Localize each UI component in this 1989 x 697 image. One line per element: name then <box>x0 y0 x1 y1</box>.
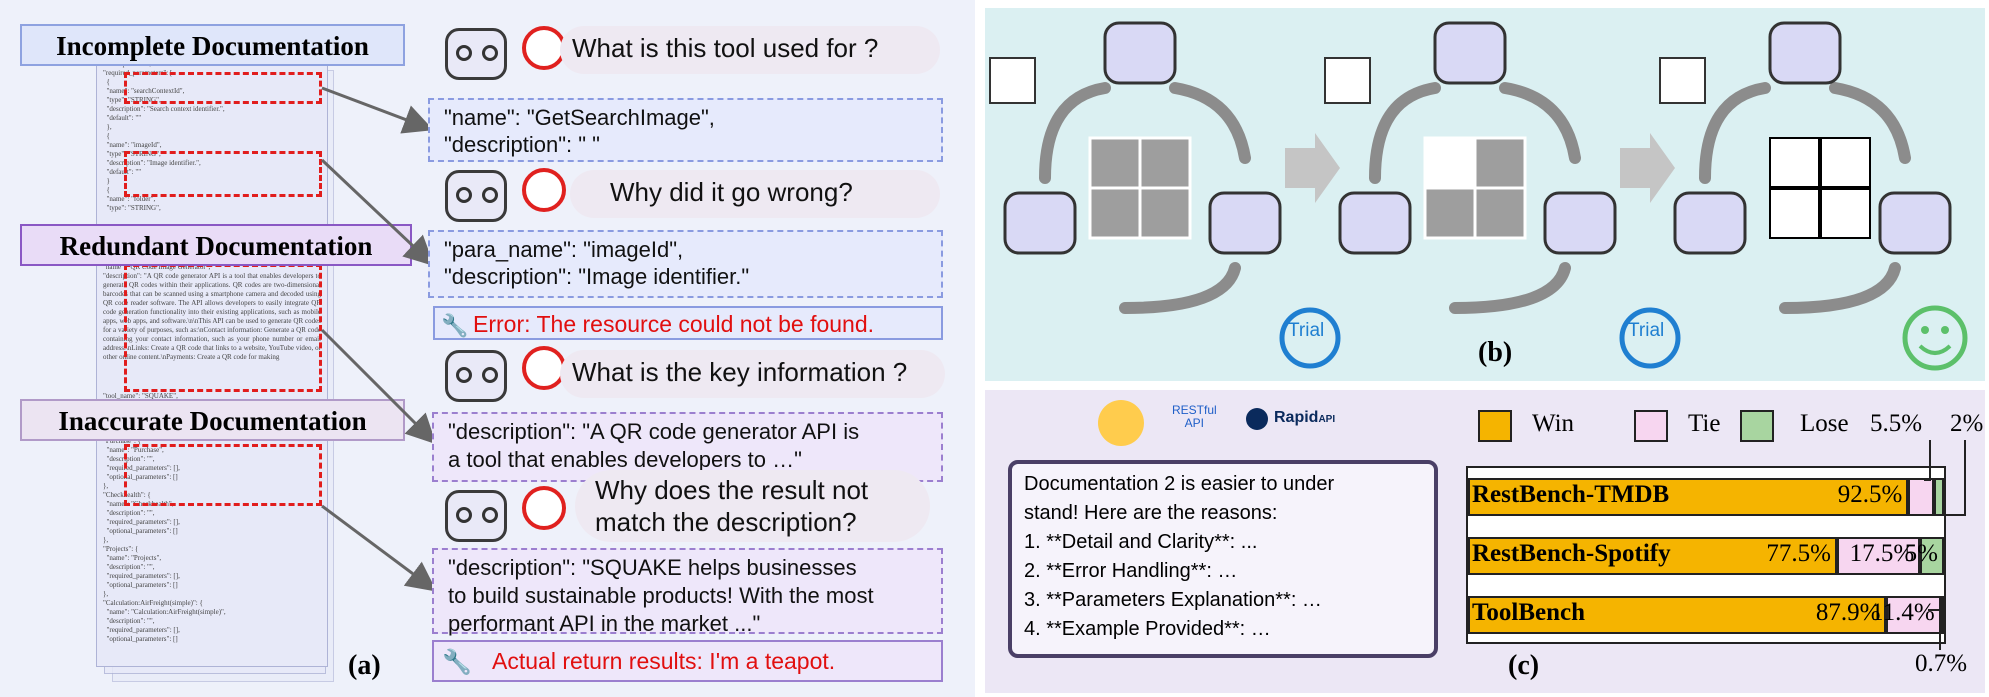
data-label: 92.5% <box>1837 481 1903 508</box>
legend-swatch-tie <box>1634 410 1668 442</box>
robot-icon <box>445 350 507 402</box>
chat-line: Documentation 2 is easier to under <box>1024 473 1335 495</box>
snippet-squake-description: "description": "SQUAKE helps businesses … <box>432 548 943 636</box>
rapid-api-logo: RapidAPI <box>1274 409 1336 426</box>
panel-label-c: (c) <box>1508 650 1540 681</box>
legend-swatch-win <box>1478 410 1512 442</box>
error-text: Actual return results: I'm a teapot. <box>492 648 836 674</box>
category-label: ToolBench <box>1472 599 1586 626</box>
snippet-para-description: "para_name": "imageId", "description": "… <box>428 230 943 298</box>
chat-line: 4. **Example Provided**: … <box>1024 618 1271 640</box>
question-cloud: What is the key information ? <box>560 350 945 398</box>
training-loop-diagram <box>989 21 1968 371</box>
data-label: 77.5% <box>1766 540 1831 567</box>
panel-label-b: (b) <box>1478 337 1513 368</box>
sad-face-icon <box>522 486 566 530</box>
robot-icon <box>445 490 507 542</box>
stacked-bar-chart: 92.5% RestBench-TMDB 77.5% 17.5% 5% RestBench… <box>1466 466 1946 644</box>
question-cloud: Why did it go wrong? <box>570 170 940 218</box>
panel-label-a: (a) <box>348 650 381 681</box>
sad-face-icon <box>522 346 566 390</box>
chat-line: stand! Here are the reasons: <box>1024 502 1278 524</box>
restful-api-logo: RESTful API <box>1172 403 1217 430</box>
trial-label: Trial <box>1628 320 1665 341</box>
legend-label-win: Win <box>1532 410 1575 437</box>
rapid-api-icon <box>1246 408 1268 430</box>
outside-label: 5.5% <box>1870 410 1923 437</box>
bar-row: 77.5% 17.5% 5% RestBench-Spotify <box>1468 537 1944 575</box>
snippet-name-description: "name": "GetSearchImage", "description":… <box>428 98 943 162</box>
category-label: RestBench-TMDB <box>1472 481 1670 508</box>
legend-label-tie: Tie <box>1688 410 1721 437</box>
error-banner-1: 🔧 Error: The resource could not be found… <box>433 306 943 340</box>
robot-icon <box>445 28 507 80</box>
trial-label: Trial <box>1288 320 1325 341</box>
error-text: Error: The resource could not be found. <box>473 311 875 337</box>
error-banner-2: 🔧 Actual return results: I'm a teapot. <box>432 640 943 682</box>
wrench-icon: 🔧 <box>442 649 472 676</box>
category-label: RestBench-Spotify <box>1472 540 1671 567</box>
chat-line: 3. **Parameters Explanation**: … <box>1024 589 1322 611</box>
legend-swatch-lose <box>1740 410 1774 442</box>
bar-row: 92.5% RestBench-TMDB <box>1468 478 1944 516</box>
legend-label-lose: Lose <box>1800 410 1849 437</box>
hugging-face-icon <box>1098 400 1144 446</box>
chat-line: 1. **Detail and Clarity**: ... <box>1024 531 1258 553</box>
chat-line: 2. **Error Handling**: … <box>1024 560 1238 582</box>
sad-face-icon <box>522 168 566 212</box>
evaluation-chat-box: Documentation 2 is easier to under stand… <box>1008 460 1438 658</box>
question-cloud: Why does the result not match the descri… <box>575 470 930 542</box>
leader-lines <box>1924 440 1966 650</box>
robot-icon <box>445 170 507 222</box>
wrench-icon: 🔧 <box>441 313 469 338</box>
outside-label: 2% <box>1950 410 1984 437</box>
question-cloud: What is this tool used for ? <box>560 26 940 74</box>
bar-row: 87.9% 11.4% ToolBench <box>1468 596 1945 634</box>
